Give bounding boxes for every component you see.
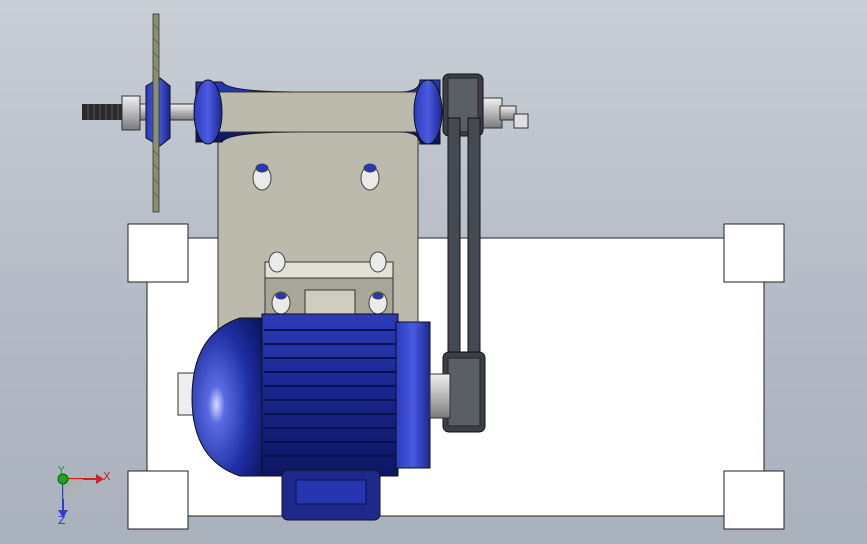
bolt-foot-right [368,291,388,315]
housing-flange-left [193,79,223,145]
y-axis-label: Y [57,464,65,477]
motor-shaft [429,373,451,419]
bolt-mid-right [360,163,380,191]
end-nut [513,113,529,129]
frame-corner-bottom-right [723,470,785,530]
axis-triad: X Y Z [57,464,111,527]
frame-corner-bottom-left [127,470,189,530]
bolt-foot-left [271,291,291,315]
x-axis-label: X [103,470,111,483]
nut [121,95,141,131]
motor-body [261,313,399,477]
bolt-lower-left [268,251,286,273]
housing-flange-right [413,79,443,145]
frame-corner-top-right [723,223,785,283]
motor-flange [395,321,431,469]
z-axis-label: Z [58,514,66,527]
cad-model-drawing: X Y Z [57,13,785,530]
saw-blade [152,13,160,213]
cad-viewport[interactable]: X Y Z [0,0,867,544]
frame-corner-top-left [127,223,189,283]
bolt-lower-right [369,251,387,273]
bolt-mid-left [252,163,272,191]
